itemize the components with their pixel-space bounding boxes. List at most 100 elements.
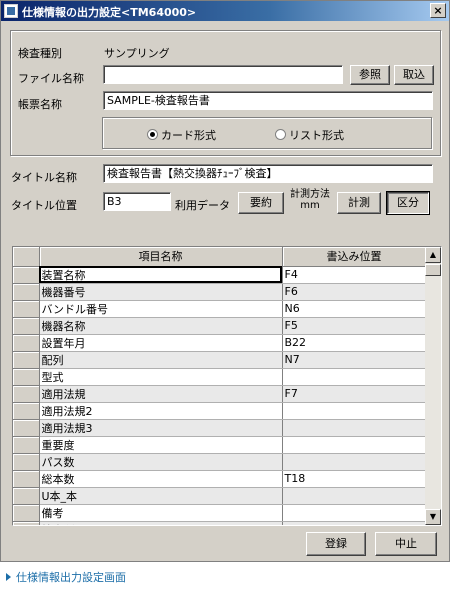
write-position-cell[interactable] [282, 487, 427, 505]
radio-card-dot [147, 129, 158, 140]
table-row[interactable]: 備考 [13, 504, 427, 522]
import-button[interactable]: 取込 [394, 65, 434, 85]
radio-list-format[interactable]: リスト形式 [275, 127, 344, 143]
item-name-cell[interactable]: 適用法規3 [39, 419, 283, 437]
write-position-cell[interactable] [282, 419, 427, 437]
table-row[interactable]: 総本数 T18 [13, 470, 427, 488]
row-header[interactable] [13, 470, 40, 488]
table-row[interactable]: 設置年月 B22 [13, 334, 427, 352]
item-name-cell[interactable]: 重要度 [39, 436, 283, 454]
radio-card-format[interactable]: カード形式 [147, 127, 216, 143]
row-header[interactable] [13, 283, 40, 301]
radio-list-dot [275, 129, 286, 140]
item-name-cell[interactable]: 設置年月 [39, 334, 283, 352]
scrollbar-thumb[interactable] [425, 264, 441, 276]
caption-arrow-icon [6, 573, 11, 581]
table-row[interactable]: 機器番号 F6 [13, 283, 427, 301]
write-position-cell[interactable] [282, 402, 427, 420]
row-header[interactable] [13, 368, 40, 386]
item-name-cell[interactable]: 適用法規 [39, 385, 283, 403]
column-header-item-name[interactable]: 項目名称 [39, 247, 283, 267]
item-name-cell[interactable]: 型式 [39, 368, 283, 386]
item-name-cell[interactable]: 機器名称 [39, 317, 283, 335]
item-name-cell[interactable]: 機器番号 [39, 283, 283, 301]
table-row[interactable]: 重要度 [13, 436, 427, 454]
row-header[interactable] [13, 402, 40, 420]
row-header[interactable] [13, 521, 40, 525]
file-name-label: ファイル名称 [18, 72, 84, 85]
table-row[interactable]: 装置名称 F4 [13, 266, 427, 284]
radio-list-label: リスト形式 [289, 129, 344, 142]
row-header[interactable] [13, 266, 40, 284]
table-row[interactable]: 型式 [13, 368, 427, 386]
item-name-cell[interactable]: 装置名称 [39, 266, 283, 284]
row-header[interactable] [13, 317, 40, 335]
write-position-cell[interactable] [282, 368, 427, 386]
table-row[interactable]: 適用法規3 [13, 419, 427, 437]
table-row[interactable]: パス数 [13, 453, 427, 471]
measure-button[interactable]: 計測 [337, 192, 381, 214]
item-name-cell[interactable]: 検査種別 [39, 521, 283, 525]
table-row[interactable]: 検査種別N8 [13, 521, 427, 525]
item-name-cell[interactable]: 総本数 [39, 470, 283, 488]
usage-data-label: 利用データ [175, 199, 230, 212]
write-position-cell[interactable]: B22 [282, 334, 427, 352]
row-header[interactable] [13, 487, 40, 505]
table-row[interactable]: 適用法規2 [13, 402, 427, 420]
write-position-cell[interactable]: T18 [282, 470, 427, 488]
item-name-cell[interactable]: パス数 [39, 453, 283, 471]
inspection-type-label: 検査種別 [18, 47, 62, 60]
write-position-cell[interactable]: N7 [282, 351, 427, 369]
abort-button[interactable]: 中止 [375, 532, 437, 556]
row-header[interactable] [13, 504, 40, 522]
report-name-input[interactable]: SAMPLE-検査報告書 [103, 91, 433, 110]
column-header-write-position[interactable]: 書込み位置 [282, 247, 427, 267]
file-name-input[interactable] [103, 65, 343, 84]
item-name-cell[interactable]: 備考 [39, 504, 283, 522]
register-button[interactable]: 登録 [306, 532, 366, 556]
table-row[interactable]: 配列 N7 [13, 351, 427, 369]
window-title: 仕様情報の出力設定<TM64000> [22, 6, 197, 19]
title-bar[interactable]: 仕様情報の出力設定<TM64000> × [1, 1, 449, 21]
inspection-type-value: サンプリング [104, 47, 170, 60]
write-position-cell[interactable]: N8 [282, 521, 427, 525]
vertical-scrollbar[interactable]: ▲ ▼ [425, 247, 441, 525]
title-position-label: タイトル位置 [11, 199, 77, 212]
row-header[interactable] [13, 436, 40, 454]
title-name-input[interactable]: 検査報告書【熱交換器ﾁｭｰﾌﾞ検査】 [103, 164, 433, 183]
summary-button[interactable]: 要約 [238, 192, 284, 214]
table-row[interactable]: 機器名称 F5 [13, 317, 427, 335]
row-header[interactable] [13, 419, 40, 437]
section-button[interactable]: 区分 [386, 191, 430, 215]
write-position-cell[interactable] [282, 504, 427, 522]
measurement-method-label: 計測方法 mm [287, 189, 333, 211]
item-name-cell[interactable]: 配列 [39, 351, 283, 369]
scroll-up-icon[interactable]: ▲ [425, 247, 441, 263]
write-position-cell[interactable]: N6 [282, 300, 427, 318]
table-row[interactable]: U本_本 [13, 487, 427, 505]
row-header[interactable] [13, 385, 40, 403]
title-position-input[interactable]: B3 [103, 192, 171, 211]
settings-dialog: 仕様情報の出力設定<TM64000> × 検査種別 サンプリング ファイル名称 … [0, 0, 450, 562]
write-position-cell[interactable]: F6 [282, 283, 427, 301]
row-header[interactable] [13, 453, 40, 471]
write-position-cell[interactable]: F4 [282, 266, 427, 284]
scroll-down-icon[interactable]: ▼ [425, 509, 441, 525]
format-radio-group: カード形式 リスト形式 [102, 117, 432, 149]
close-button[interactable]: × [430, 3, 446, 18]
report-name-label: 帳票名称 [18, 98, 62, 111]
row-header[interactable] [13, 334, 40, 352]
row-header[interactable] [13, 300, 40, 318]
write-position-cell[interactable] [282, 436, 427, 454]
write-position-cell[interactable] [282, 453, 427, 471]
row-header[interactable] [13, 351, 40, 369]
item-name-cell[interactable]: バンドル番号 [39, 300, 283, 318]
write-position-cell[interactable]: F7 [282, 385, 427, 403]
browse-button[interactable]: 参照 [350, 65, 390, 85]
item-name-cell[interactable]: U本_本 [39, 487, 283, 505]
table-row[interactable]: バンドル番号 N6 [13, 300, 427, 318]
write-position-cell[interactable]: F5 [282, 317, 427, 335]
item-name-cell[interactable]: 適用法規2 [39, 402, 283, 420]
table-row[interactable]: 適用法規 F7 [13, 385, 427, 403]
measurement-method-line1: 計測方法 [290, 189, 330, 200]
